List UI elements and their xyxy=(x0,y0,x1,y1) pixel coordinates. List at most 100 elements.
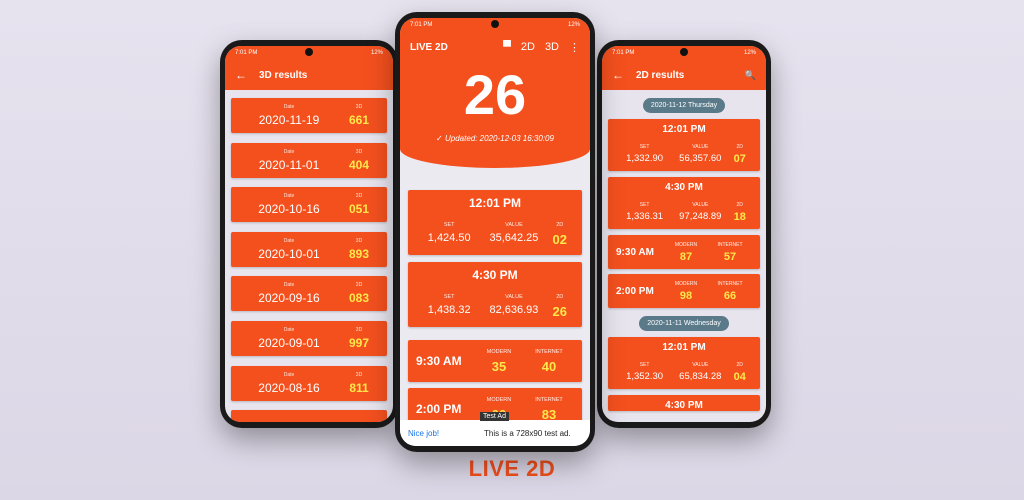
date-value: 2020-09-16 xyxy=(258,291,320,306)
list-item[interactable]: Date 2020-10-01 3D 893 xyxy=(231,231,387,267)
search-icon[interactable]: 🔍 xyxy=(745,70,756,81)
set-label: SET xyxy=(443,222,455,228)
list-item[interactable]: Date 2020-08-16 3D 811 xyxy=(231,365,387,401)
modern-time: 9:30 AM xyxy=(616,246,654,258)
result-card: 12:01 PM SET VALUE 2D 1,352.30 65,834.28 04 xyxy=(608,337,760,389)
status-battery: 12% xyxy=(567,22,580,28)
app-title: LIVE 2D xyxy=(410,41,448,53)
live-number: 26 xyxy=(463,63,527,126)
status-battery: 12% xyxy=(743,50,756,56)
set-value: 1,332.90 xyxy=(626,153,664,164)
check-icon: ✓ xyxy=(436,134,445,143)
set-value: 1,424.50 xyxy=(427,232,471,244)
app-bar: ← 3D results xyxy=(225,60,393,90)
3d-value: 083 xyxy=(348,291,370,306)
date-label: Date xyxy=(283,282,295,289)
2d-label: 2D xyxy=(556,222,564,228)
screen-live-2d: 7:01 PM 12% LIVE 2D ▀ 2D 3D ⋮ 26 ✓ Updat… xyxy=(400,18,590,446)
2d-button[interactable]: 2D xyxy=(521,41,535,53)
list-item[interactable]: Date 2020-11-01 3D 404 xyxy=(231,142,387,178)
list-item[interactable]: Date 2020-10-16 3D 051 xyxy=(231,187,387,223)
2d-value: 04 xyxy=(733,371,746,383)
modern-label: MODERN xyxy=(674,241,698,248)
3d-label: 3D xyxy=(355,193,363,200)
3d-label: 3D xyxy=(355,282,363,289)
value-value: 82,636.93 xyxy=(489,304,539,316)
3d-label: 3D xyxy=(355,148,363,155)
app-bar: LIVE 2D ▀ 2D 3D ⋮ xyxy=(400,32,590,62)
value-label: VALUE xyxy=(505,294,523,300)
list-item[interactable]: Date 2020-09-01 3D 997 xyxy=(231,320,387,356)
3d-label: 3D xyxy=(355,371,363,378)
status-time: 7:01 PM xyxy=(612,50,635,56)
screen-2d-results: 7:01 PM 12% ← 2D results 🔍 2020-11-12 Th… xyxy=(602,46,766,422)
2d-label: 2D xyxy=(736,202,743,208)
set-label: SET xyxy=(639,202,650,208)
chat-icon[interactable]: ▀ xyxy=(503,41,511,53)
modern-value: 35 xyxy=(491,358,507,374)
status-time: 7:01 PM xyxy=(235,50,258,56)
date-header: 2020-11-11 Wednesday xyxy=(639,316,729,331)
list-item[interactable]: Date 2020-09-16 3D 083 xyxy=(231,276,387,312)
3d-value: 404 xyxy=(348,157,370,172)
test-ad-banner[interactable]: Test Ad Nice job! This is a 728x90 test … xyxy=(400,412,590,446)
2d-results-list: 12:01 PM SET VALUE 2D 1,352.30 65,834.28 04 … xyxy=(602,337,766,411)
value-label: VALUE xyxy=(692,362,709,368)
3d-label: 3D xyxy=(355,237,363,244)
list-item[interactable]: Date 2020-11-19 3D 661 xyxy=(231,98,387,133)
phone-2d-results: 7:01 PM 12% ← 2D results 🔍 2020-11-12 Th… xyxy=(597,40,771,428)
status-bar: 7:01 PM 12% xyxy=(225,46,393,60)
date-label: Date xyxy=(283,193,295,200)
internet-label: INTERNET xyxy=(535,396,563,403)
date-value: 2020-08-16 xyxy=(258,380,320,395)
result-time: 4:30 PM xyxy=(665,182,703,193)
internet-label: INTERNET xyxy=(717,280,743,287)
more-menu-icon[interactable]: ⋮ xyxy=(569,41,580,54)
modern-value: 98 xyxy=(679,289,693,302)
date-label: Date xyxy=(283,104,295,110)
brand-caption: LIVE 2D xyxy=(468,456,556,481)
modern-card: 9:30 AM MODERN 35 INTERNET 40 xyxy=(408,340,582,382)
modern-card: 2:00 PM MODERN 98 INTERNET 66 xyxy=(608,274,760,308)
result-card: 4:30 PM xyxy=(608,395,760,411)
back-arrow-icon[interactable]: ← xyxy=(612,68,624,82)
2d-label: 2D xyxy=(736,362,743,368)
2d-results-list: 12:01 PM SET VALUE 2D 1,332.90 56,357.60 07 … xyxy=(602,119,766,308)
date-value: 2020-09-01 xyxy=(258,335,320,350)
updated-timestamp: ✓ Updated: 2020-12-03 16:30:09 xyxy=(400,134,590,143)
camera-cutout xyxy=(680,48,688,56)
value-label: VALUE xyxy=(692,202,709,208)
set-value: 1,352.30 xyxy=(626,371,664,382)
value-value: 56,357.60 xyxy=(679,153,722,164)
modern-label: MODERN xyxy=(486,348,512,355)
date-label: Date xyxy=(283,148,295,155)
value-value: 35,642.25 xyxy=(489,232,539,244)
date-label: Date xyxy=(283,371,295,378)
date-value: 2020-11-19 xyxy=(258,113,320,127)
set-label: SET xyxy=(443,294,455,300)
list-item[interactable]: Date 3D xyxy=(231,410,387,422)
3d-label: 3D xyxy=(355,104,363,110)
modern-card: 9:30 AM MODERN 87 INTERNET 57 xyxy=(608,235,760,269)
3d-value: 051 xyxy=(348,202,370,217)
set-label: SET xyxy=(639,362,650,368)
status-bar: 7:01 PM 12% xyxy=(602,46,766,60)
3d-value: 997 xyxy=(348,335,370,350)
2d-label: 2D xyxy=(556,294,564,300)
result-time: 12:01 PM xyxy=(662,124,706,135)
result-time: 12:01 PM xyxy=(662,342,706,353)
internet-value: 57 xyxy=(723,250,737,263)
value-label: VALUE xyxy=(505,222,523,228)
date-label: Date xyxy=(283,237,295,244)
value-value: 65,834.28 xyxy=(679,371,722,382)
2d-label: 2D xyxy=(736,144,743,150)
ad-ok-text: Nice job! xyxy=(408,428,440,438)
app-bar: ← 2D results 🔍 xyxy=(602,60,766,90)
page-title: 2D results xyxy=(636,69,685,81)
back-arrow-icon[interactable]: ← xyxy=(235,68,247,82)
modern-label: MODERN xyxy=(486,396,512,403)
modern-time: 2:00 PM xyxy=(416,402,462,416)
result-card: 12:01 PM SET VALUE 2D 1,332.90 56,357.60 07 xyxy=(608,119,760,171)
modern-time: 9:30 AM xyxy=(416,354,462,368)
3d-button[interactable]: 3D xyxy=(545,41,559,53)
